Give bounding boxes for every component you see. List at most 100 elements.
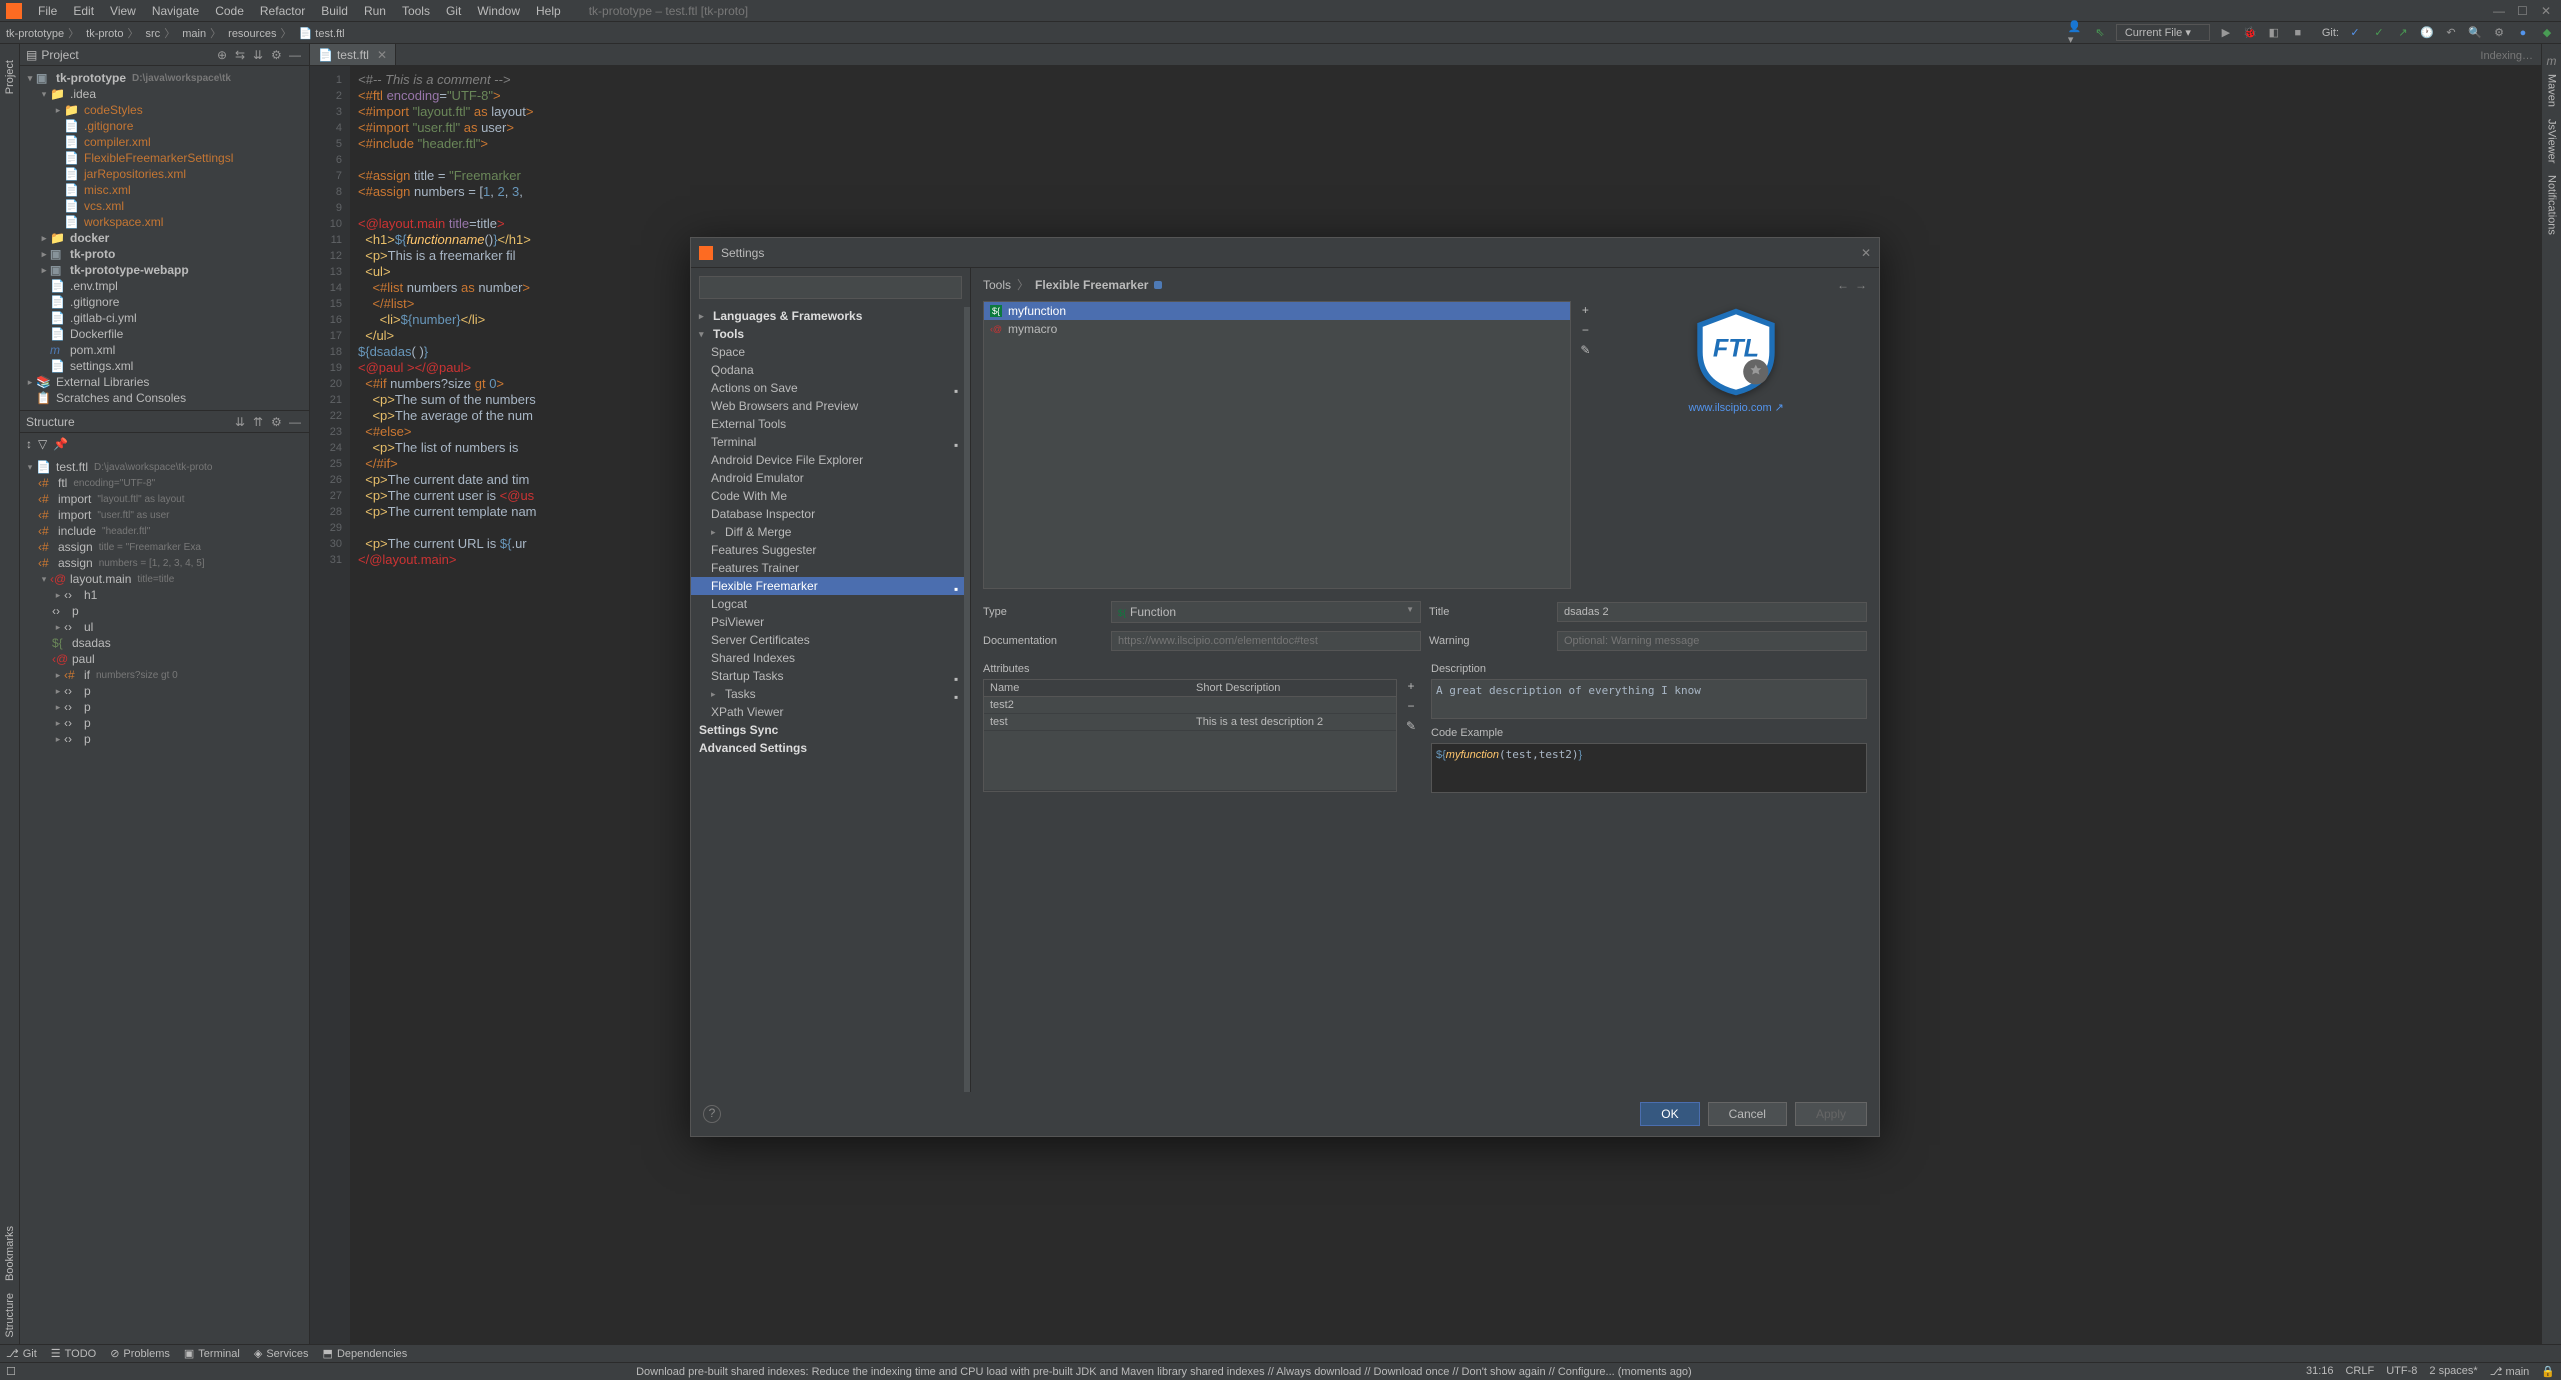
debug-icon[interactable]: 🐞 bbox=[2242, 25, 2258, 41]
settings-search-input[interactable] bbox=[699, 276, 962, 299]
rail-m-icon[interactable]: m bbox=[2547, 54, 2557, 68]
hide-icon[interactable]: — bbox=[289, 48, 303, 62]
git-history-icon[interactable]: 🕐 bbox=[2419, 25, 2435, 41]
rail-bookmarks[interactable]: Bookmarks bbox=[4, 1226, 16, 1281]
pin-icon[interactable]: 📌 bbox=[53, 437, 68, 451]
tree-item[interactable]: .gitlab-ci.yml bbox=[70, 311, 137, 325]
expand-icon[interactable]: ⇆ bbox=[235, 48, 249, 62]
st-features-train[interactable]: Features Trainer bbox=[691, 559, 970, 577]
minimize-icon[interactable]: — bbox=[2493, 4, 2507, 18]
st-cwm[interactable]: Code With Me bbox=[691, 487, 970, 505]
tool-todo[interactable]: ☰TODO bbox=[51, 1347, 96, 1360]
menu-refactor[interactable]: Refactor bbox=[252, 4, 313, 18]
tree-item[interactable]: FlexibleFreemarkerSettingsl bbox=[84, 151, 233, 165]
st-external[interactable]: External Tools bbox=[691, 415, 970, 433]
tree-item[interactable]: jarRepositories.xml bbox=[84, 167, 186, 181]
target-icon[interactable]: ⊕ bbox=[217, 48, 231, 62]
st-tasks[interactable]: ▸Tasks▪ bbox=[691, 685, 970, 703]
gear-icon[interactable]: ⚙ bbox=[271, 415, 285, 429]
tree-item[interactable]: .gitignore bbox=[70, 295, 119, 309]
st-qodana[interactable]: Qodana bbox=[691, 361, 970, 379]
coverage-icon[interactable]: ◧ bbox=[2266, 25, 2282, 41]
tree-item[interactable]: compiler.xml bbox=[84, 135, 151, 149]
menu-build[interactable]: Build bbox=[313, 4, 356, 18]
tree-item[interactable]: tk-prototype-webapp bbox=[70, 263, 189, 277]
crumb-4[interactable]: resources bbox=[228, 28, 276, 40]
hammer-icon[interactable]: ⇖ bbox=[2092, 25, 2108, 41]
st-startup[interactable]: Startup Tasks▪ bbox=[691, 667, 970, 685]
tree-idea[interactable]: .idea bbox=[70, 87, 96, 101]
rollback-icon[interactable]: ↶ bbox=[2443, 25, 2459, 41]
menu-git[interactable]: Git bbox=[438, 4, 469, 18]
st-db-inspector[interactable]: Database Inspector bbox=[691, 505, 970, 523]
remove-icon[interactable]: − bbox=[1577, 323, 1593, 339]
user-icon[interactable]: 👤▾ bbox=[2068, 25, 2084, 41]
tree-item[interactable]: pom.xml bbox=[70, 343, 115, 357]
filter-icon[interactable]: ▽ bbox=[38, 437, 47, 451]
attr-add-icon[interactable]: + bbox=[1403, 679, 1419, 695]
help-icon[interactable]: ? bbox=[703, 1105, 721, 1123]
tree-item[interactable]: tk-proto bbox=[70, 247, 115, 261]
git-update-icon[interactable]: ✓ bbox=[2347, 25, 2363, 41]
st-server-cert[interactable]: Server Certificates bbox=[691, 631, 970, 649]
crumb-2[interactable]: src bbox=[146, 28, 161, 40]
st-emulator[interactable]: Android Emulator bbox=[691, 469, 970, 487]
settings-gear-icon[interactable]: ⚙ bbox=[271, 48, 285, 62]
menu-navigate[interactable]: Navigate bbox=[144, 4, 207, 18]
crumb-3[interactable]: main bbox=[182, 28, 206, 40]
line-ending[interactable]: CRLF bbox=[2345, 1365, 2374, 1378]
description-textarea[interactable]: A great description of everything I know bbox=[1431, 679, 1867, 719]
tree-item[interactable]: codeStyles bbox=[84, 103, 143, 117]
rail-maven[interactable]: Maven bbox=[2546, 74, 2558, 107]
attr-remove-icon[interactable]: − bbox=[1403, 699, 1419, 715]
gear-icon[interactable]: ⚙ bbox=[2491, 25, 2507, 41]
st-psi[interactable]: PsiViewer bbox=[691, 613, 970, 631]
menu-window[interactable]: Window bbox=[469, 4, 528, 18]
element-item-function[interactable]: ${ myfunction bbox=[984, 302, 1570, 320]
crumb-1[interactable]: tk-proto bbox=[86, 28, 123, 40]
tree-external-libs[interactable]: External Libraries bbox=[56, 375, 149, 389]
menu-edit[interactable]: Edit bbox=[65, 4, 102, 18]
st-logcat[interactable]: Logcat bbox=[691, 595, 970, 613]
indent[interactable]: 2 spaces* bbox=[2429, 1365, 2477, 1378]
st-space[interactable]: Space bbox=[691, 343, 970, 361]
st-features-sug[interactable]: Features Suggester bbox=[691, 541, 970, 559]
run-icon[interactable]: ▶ bbox=[2218, 25, 2234, 41]
title-input[interactable] bbox=[1557, 602, 1867, 622]
table-row[interactable]: test This is a test description 2 bbox=[984, 714, 1396, 731]
menu-view[interactable]: View bbox=[102, 4, 144, 18]
window-icon[interactable]: ☐ bbox=[6, 1365, 16, 1378]
tree-item[interactable]: settings.xml bbox=[70, 359, 133, 373]
tree-item[interactable]: workspace.xml bbox=[84, 215, 163, 229]
tool-services[interactable]: ◈Services bbox=[254, 1347, 309, 1360]
attributes-table[interactable]: Name Short Description test2 test This i… bbox=[983, 679, 1397, 792]
rail-structure[interactable]: Structure bbox=[4, 1293, 16, 1338]
st-shared-idx[interactable]: Shared Indexes bbox=[691, 649, 970, 667]
element-item-macro[interactable]: ‹@ mymacro bbox=[984, 320, 1570, 338]
menu-file[interactable]: File bbox=[30, 4, 65, 18]
tree-scratches[interactable]: Scratches and Consoles bbox=[56, 391, 186, 405]
crumb-5[interactable]: test.ftl bbox=[315, 28, 344, 40]
menu-run[interactable]: Run bbox=[356, 4, 394, 18]
st-web-browsers[interactable]: Web Browsers and Preview bbox=[691, 397, 970, 415]
search-icon[interactable]: 🔍 bbox=[2467, 25, 2483, 41]
menu-tools[interactable]: Tools bbox=[394, 4, 438, 18]
expand-all-icon[interactable]: ⇊ bbox=[235, 415, 249, 429]
apply-button[interactable]: Apply bbox=[1795, 1102, 1867, 1126]
dialog-close-icon[interactable]: ✕ bbox=[1861, 246, 1871, 260]
tool-deps[interactable]: ⬒Dependencies bbox=[323, 1347, 408, 1360]
collapse-icon[interactable]: ⇊ bbox=[253, 48, 267, 62]
st-flex-freemarker[interactable]: Flexible Freemarker▪ bbox=[691, 577, 970, 595]
back-icon[interactable]: ← bbox=[1837, 278, 1849, 292]
code-example-textarea[interactable]: ${myfunction(test,test2)} bbox=[1431, 743, 1867, 793]
elements-list[interactable]: ${ myfunction ‹@ mymacro bbox=[983, 301, 1571, 589]
sort-icon[interactable]: ↕ bbox=[26, 437, 32, 451]
editor-tab[interactable]: 📄 test.ftl ✕ bbox=[310, 44, 396, 65]
close-tab-icon[interactable]: ✕ bbox=[377, 48, 387, 62]
crumb-0[interactable]: tk-prototype bbox=[6, 28, 64, 40]
menu-help[interactable]: Help bbox=[528, 4, 569, 18]
run-config-dropdown[interactable]: Current File ▾ bbox=[2116, 24, 2210, 41]
project-view-icon[interactable]: ▤ bbox=[26, 48, 37, 62]
git-push-icon[interactable]: ↗ bbox=[2395, 25, 2411, 41]
rail-jsviewer[interactable]: JsViewer bbox=[2546, 119, 2558, 163]
